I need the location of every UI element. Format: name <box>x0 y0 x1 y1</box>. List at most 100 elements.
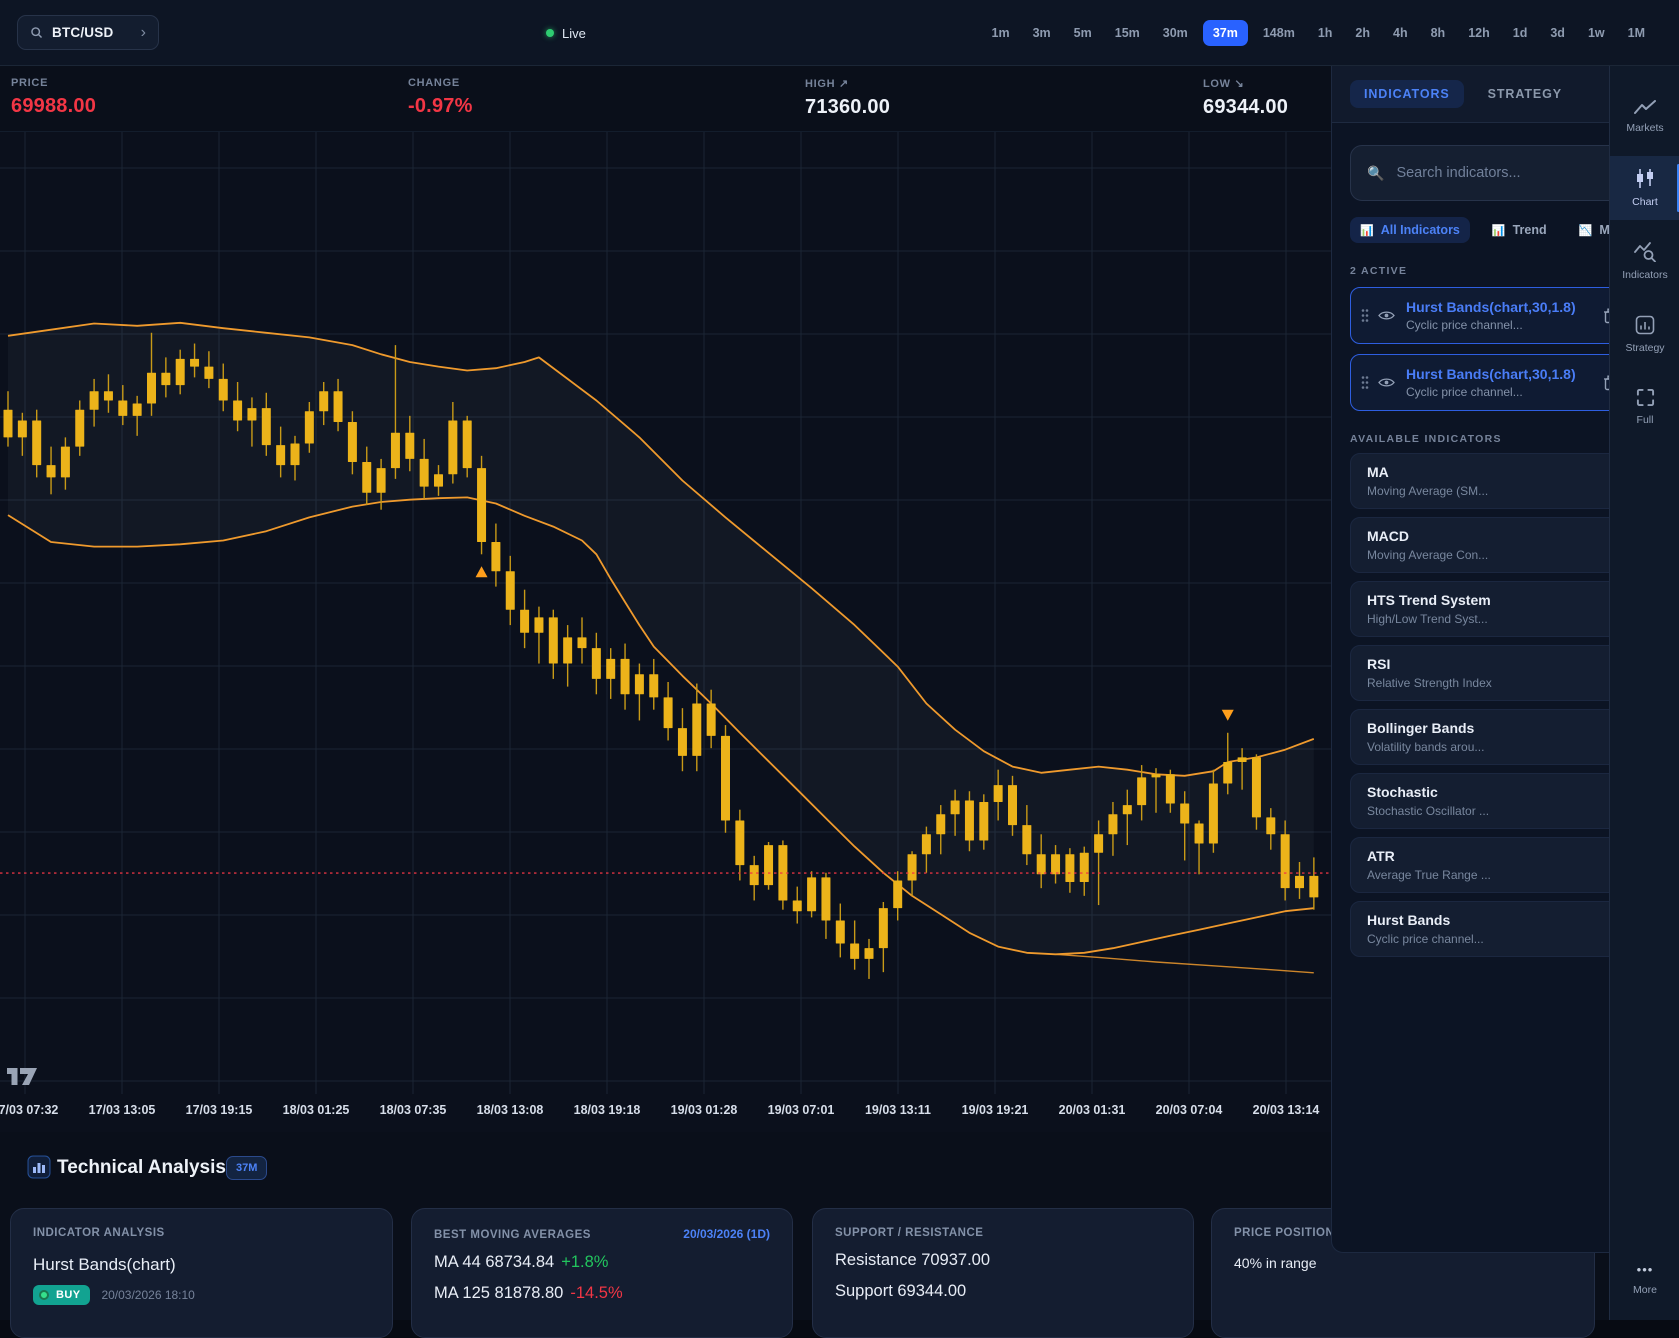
sidebar-item-label: Indicators <box>1622 269 1668 281</box>
stat-high: HIGH ↗71360.00 <box>805 77 890 119</box>
filter-icon: 📉 <box>1579 224 1593 237</box>
symbol-selector[interactable]: BTC/USD › <box>17 15 159 50</box>
chart-area[interactable]: 17/03 07:3217/03 13:0517/03 19:1518/03 0… <box>0 132 1331 1132</box>
card-label: SUPPORT / RESISTANCE <box>835 1227 1171 1239</box>
timeframe-5m[interactable]: 5m <box>1066 20 1100 46</box>
time-axis-label: 17/03 07:32 <box>0 1103 58 1117</box>
stat-value: 69344.00 <box>1203 96 1288 119</box>
full-icon <box>1636 388 1655 407</box>
indicator-name: Stochastic <box>1367 784 1629 800</box>
active-indicator-card[interactable]: Hurst Bands(chart,30,1.8) Cyclic price ch… <box>1350 287 1646 344</box>
timeframe-1w[interactable]: 1w <box>1580 20 1613 46</box>
stat-price: PRICE 69988.00 <box>11 77 96 118</box>
stat-value: -0.97% <box>408 95 473 118</box>
sidebar-item-indicators[interactable]: Indicators <box>1610 230 1679 293</box>
ma-change-negative: -14.5% <box>570 1284 622 1302</box>
time-axis-label: 19/03 01:28 <box>671 1103 738 1117</box>
available-indicator-hts-trend-system[interactable]: HTS Trend SystemHigh/Low Trend Syst... <box>1350 581 1646 637</box>
right-sidebar: Markets Chart Indicators Strategy Full ••• M… <box>1609 0 1679 1320</box>
ma-row: MA 44 68734.84+1.8% <box>434 1253 770 1272</box>
search-box: 🔍 <box>1350 145 1644 201</box>
timeframe-15m[interactable]: 15m <box>1107 20 1148 46</box>
active-indicator-name: Hurst Bands(chart,30,1.8) <box>1406 299 1576 315</box>
live-dot-icon <box>546 29 554 37</box>
timeframe-3m[interactable]: 3m <box>1025 20 1059 46</box>
sidebar-item-more[interactable]: ••• More <box>1610 1262 1679 1296</box>
indicator-desc: Average True Range ... <box>1367 868 1629 882</box>
sidebar-item-label: Markets <box>1626 122 1663 134</box>
search-icon <box>30 26 43 39</box>
active-indicator-text: Hurst Bands(chart,30,1.8) Cyclic price ch… <box>1406 299 1576 332</box>
top-bar: BTC/USD › Live 1m3m5m15m30m37m148m1h2h4h… <box>0 0 1679 66</box>
timeframe-1h[interactable]: 1h <box>1310 20 1341 46</box>
timeframe-37m[interactable]: 37m <box>1203 20 1248 46</box>
available-indicator-bollinger-bands[interactable]: Bollinger BandsVolatility bands arou... <box>1350 709 1646 765</box>
support-row: Support 69344.00 <box>835 1282 1171 1301</box>
stat-label: CHANGE <box>408 77 473 89</box>
stat-value: 69988.00 <box>11 95 96 118</box>
timeframe-2h[interactable]: 2h <box>1347 20 1378 46</box>
timeframe-3d[interactable]: 3d <box>1542 20 1573 46</box>
tradingview-logo-icon <box>7 1068 37 1085</box>
active-indicator-card[interactable]: Hurst Bands(chart,30,1.8)Cyclic price ch… <box>1350 354 1646 411</box>
visibility-eye-icon[interactable] <box>1378 310 1395 321</box>
stat-change: CHANGE -0.97% <box>408 77 473 118</box>
technical-analysis-header: Technical Analysis 37M <box>0 1150 1331 1192</box>
timeframe-1M[interactable]: 1M <box>1620 20 1653 46</box>
available-indicator-rsi[interactable]: RSIRelative Strength Index <box>1350 645 1646 701</box>
timeframe-30m[interactable]: 30m <box>1155 20 1196 46</box>
filter-all-indicators[interactable]: 📊All Indicators <box>1350 217 1470 243</box>
indicator-name: HTS Trend System <box>1367 592 1629 608</box>
time-axis-label: 18/03 01:25 <box>283 1103 350 1117</box>
tab-strategy[interactable]: STRATEGY <box>1488 87 1562 101</box>
filter-trend[interactable]: 📊Trend <box>1482 217 1557 243</box>
ma-change-positive: +1.8% <box>561 1253 608 1271</box>
sidebar-item-markets[interactable]: Markets <box>1610 88 1679 146</box>
time-axis-label: 20/03 13:14 <box>1253 1103 1320 1117</box>
chevron-right-icon: › <box>141 25 146 41</box>
time-axis-label: 19/03 13:11 <box>865 1103 931 1117</box>
sidebar-item-label: More <box>1610 1284 1679 1296</box>
timeframe-148m[interactable]: 148m <box>1255 20 1303 46</box>
timeframe-4h[interactable]: 4h <box>1385 20 1416 46</box>
available-indicator-stochastic[interactable]: StochasticStochastic Oscillator ... <box>1350 773 1646 829</box>
sidebar-item-strategy[interactable]: Strategy <box>1610 303 1679 366</box>
indicator-desc: Moving Average Con... <box>1367 548 1629 562</box>
hurst-lower-band-2 <box>1056 954 1314 973</box>
active-indicator-desc: Cyclic price channel... <box>1406 318 1576 332</box>
timeframe-1m[interactable]: 1m <box>984 20 1018 46</box>
stat-value: 71360.00 <box>805 96 890 119</box>
sidebar-item-chart[interactable]: Chart <box>1610 156 1679 220</box>
available-indicator-ma[interactable]: MAMoving Average (SM... <box>1350 453 1646 509</box>
visibility-eye-icon[interactable] <box>1378 377 1395 388</box>
drag-handle-icon[interactable] <box>1361 375 1369 390</box>
sidebar-item-full[interactable]: Full <box>1610 376 1679 438</box>
indicator-desc: Volatility bands arou... <box>1367 740 1629 754</box>
timeframe-8h[interactable]: 8h <box>1423 20 1454 46</box>
timeframe-1d[interactable]: 1d <box>1505 20 1536 46</box>
section-title: Technical Analysis <box>57 1157 226 1179</box>
sidebar-item-label: Strategy <box>1625 342 1664 354</box>
indicator-name: ATR <box>1367 848 1629 864</box>
moving-averages-card: BEST MOVING AVERAGES 20/03/2026 (1D) MA … <box>411 1208 793 1338</box>
available-indicator-hurst-bands[interactable]: Hurst BandsCyclic price channel... <box>1350 901 1646 957</box>
stats-header: PRICE 69988.00 CHANGE -0.97% HIGH ↗71360.00 L… <box>0 66 1331 132</box>
stat-low: LOW ↘69344.00 <box>1203 77 1288 119</box>
hurst-band-fill <box>8 323 1314 955</box>
available-indicator-atr[interactable]: ATR Average True Range ... <box>1350 837 1646 893</box>
candlestick-chart[interactable] <box>0 132 1331 1094</box>
timeframe-12h[interactable]: 12h <box>1460 20 1498 46</box>
sidebar-item-label: Chart <box>1632 196 1658 208</box>
symbol-label: BTC/USD <box>52 25 113 40</box>
indicator-analysis-card: INDICATOR ANALYSIS Hurst Bands(chart) BU… <box>10 1208 393 1338</box>
tab-indicators[interactable]: INDICATORS <box>1350 80 1464 108</box>
markets-icon <box>1634 100 1656 115</box>
indicator-name: MA <box>1367 464 1629 480</box>
chart-icon <box>1635 168 1655 189</box>
available-indicator-macd[interactable]: MACDMoving Average Con... <box>1350 517 1646 573</box>
timeframe-badge[interactable]: 37M <box>226 1156 267 1180</box>
drag-handle-icon[interactable] <box>1361 308 1369 323</box>
search-input[interactable] <box>1396 165 1627 181</box>
card-label: INDICATOR ANALYSIS <box>33 1227 370 1239</box>
stat-label: PRICE <box>11 77 96 89</box>
